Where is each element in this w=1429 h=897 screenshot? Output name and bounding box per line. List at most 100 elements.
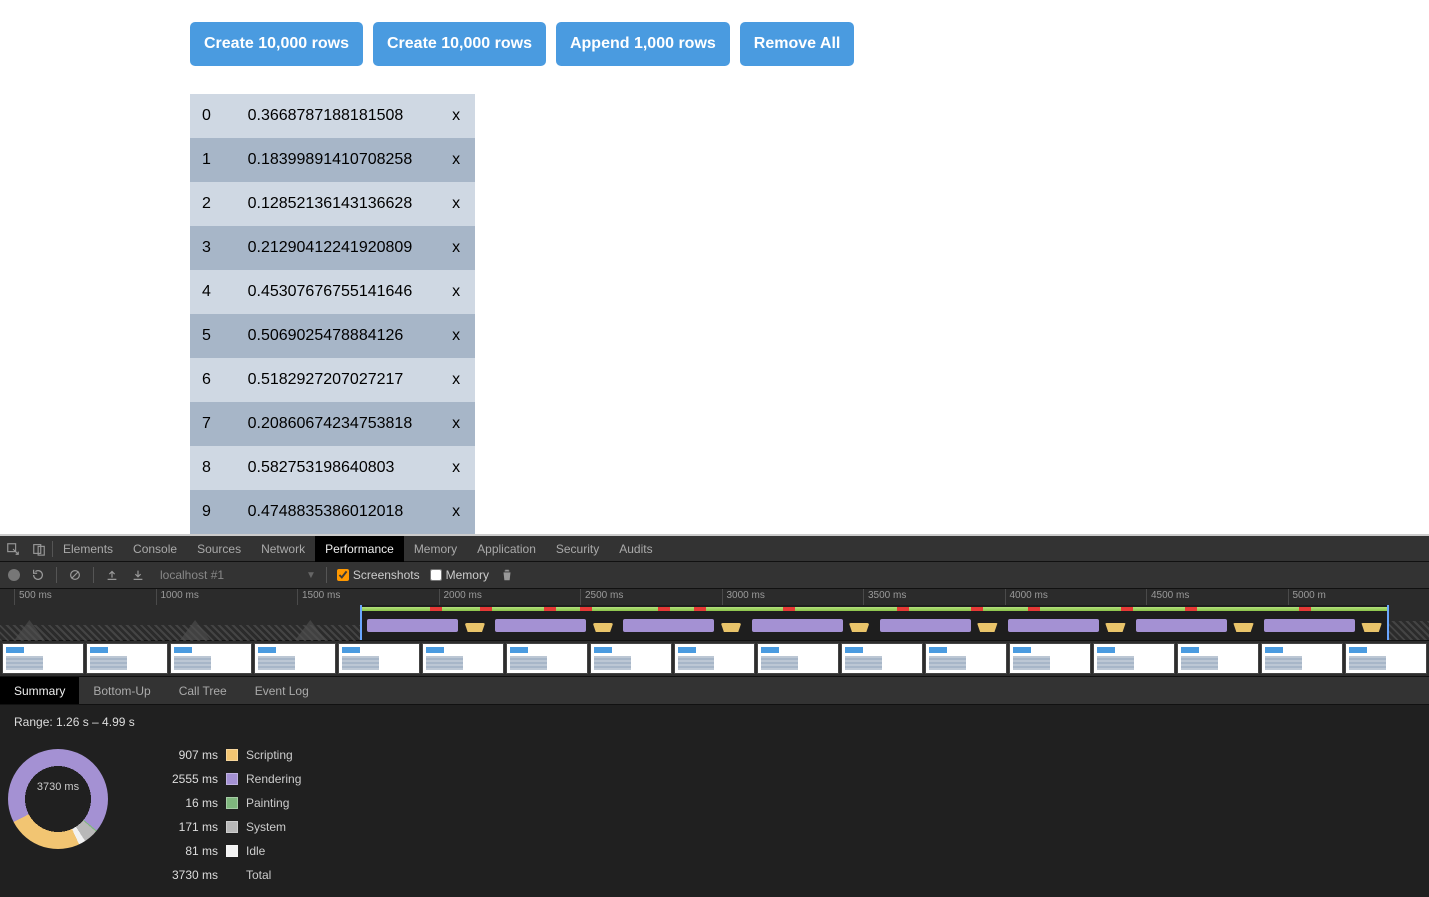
legend-label: Painting: [246, 796, 289, 810]
legend-ms: 907 ms: [158, 748, 218, 762]
append-1k-button[interactable]: Append 1,000 rows: [556, 22, 730, 66]
row-value: 0.20860674234753818: [236, 402, 436, 446]
legend-row-idle: 81 msIdle: [158, 839, 301, 863]
row-index: 8: [190, 446, 236, 490]
devtools-tab-security[interactable]: Security: [546, 536, 609, 562]
summary-tab-bottom-up[interactable]: Bottom-Up: [79, 677, 164, 704]
table-row[interactable]: 60.5182927207027217x: [190, 358, 475, 402]
memory-checkbox[interactable]: Memory: [430, 568, 489, 582]
timeline-overview[interactable]: 500 ms1000 ms1500 ms2000 ms2500 ms3000 m…: [0, 589, 1429, 641]
devtools-tab-performance[interactable]: Performance: [315, 536, 404, 562]
screenshot-thumb[interactable]: [841, 643, 923, 674]
row-value: 0.12852136143136628: [236, 182, 436, 226]
action-button-row: Create 10,000 rows Create 10,000 rows Ap…: [190, 22, 1429, 66]
screenshot-thumb[interactable]: [506, 643, 588, 674]
screenshot-thumb[interactable]: [254, 643, 336, 674]
long-frame-marker: [430, 607, 442, 611]
table-row[interactable]: 90.4748835386012018x: [190, 490, 475, 534]
timeline-main[interactable]: [0, 605, 1429, 640]
devtools-tab-application[interactable]: Application: [467, 536, 546, 562]
screenshots-checkbox[interactable]: Screenshots: [337, 568, 420, 582]
row-value: 0.45307676755141646: [236, 270, 436, 314]
memory-checkbox-input[interactable]: [430, 569, 442, 581]
record-button-icon[interactable]: [8, 569, 20, 581]
timeline-tick: 1000 ms: [156, 589, 298, 605]
screenshot-thumb[interactable]: [2, 643, 84, 674]
devtools-tab-audits[interactable]: Audits: [609, 536, 662, 562]
screenshot-thumb[interactable]: [170, 643, 252, 674]
profile-select[interactable]: localhost #1: [156, 566, 296, 584]
devtools-tab-network[interactable]: Network: [251, 536, 315, 562]
legend-label: Total: [246, 868, 271, 882]
separator: [56, 567, 57, 583]
remove-all-button[interactable]: Remove All: [740, 22, 855, 66]
table-row[interactable]: 30.21290412241920809x: [190, 226, 475, 270]
row-delete-button[interactable]: x: [435, 138, 475, 182]
row-index: 1: [190, 138, 236, 182]
row-delete-button[interactable]: x: [435, 270, 475, 314]
screenshot-thumb[interactable]: [674, 643, 756, 674]
table-row[interactable]: 50.5069025478884126x: [190, 314, 475, 358]
chevron-down-icon: ▼: [306, 570, 316, 581]
screenshot-thumb[interactable]: [1177, 643, 1259, 674]
devtools-tab-memory[interactable]: Memory: [404, 536, 467, 562]
devtools-tab-elements[interactable]: Elements: [53, 536, 123, 562]
row-index: 6: [190, 358, 236, 402]
summary-tab-summary[interactable]: Summary: [0, 677, 79, 704]
long-frame-marker: [1028, 607, 1040, 611]
legend-row-painting: 16 msPainting: [158, 791, 301, 815]
devtools-tab-console[interactable]: Console: [123, 536, 187, 562]
inspect-icon[interactable]: [0, 536, 26, 562]
screenshot-thumb[interactable]: [590, 643, 672, 674]
row-delete-button[interactable]: x: [435, 94, 475, 138]
row-delete-button[interactable]: x: [435, 226, 475, 270]
clear-icon[interactable]: [67, 567, 83, 583]
legend-label: System: [246, 820, 286, 834]
screenshot-thumb[interactable]: [1261, 643, 1343, 674]
long-frame-marker: [1121, 607, 1133, 611]
upload-icon[interactable]: [104, 567, 120, 583]
legend-ms: 81 ms: [158, 844, 218, 858]
screenshots-checkbox-input[interactable]: [337, 569, 349, 581]
create-10k-button-1[interactable]: Create 10,000 rows: [190, 22, 363, 66]
summary-tab-event-log[interactable]: Event Log: [241, 677, 323, 704]
screenshot-thumb[interactable]: [86, 643, 168, 674]
row-delete-button[interactable]: x: [435, 358, 475, 402]
row-delete-button[interactable]: x: [435, 446, 475, 490]
download-icon[interactable]: [130, 567, 146, 583]
row-delete-button[interactable]: x: [435, 490, 475, 534]
devtools-tab-sources[interactable]: Sources: [187, 536, 251, 562]
row-delete-button[interactable]: x: [435, 402, 475, 446]
timeline-tick: 500 ms: [14, 589, 156, 605]
screenshot-thumb[interactable]: [757, 643, 839, 674]
screenshot-thumb[interactable]: [1345, 643, 1427, 674]
table-row[interactable]: 10.18399891410708258x: [190, 138, 475, 182]
timeline-tick: 3000 ms: [722, 589, 864, 605]
screenshot-thumb[interactable]: [1009, 643, 1091, 674]
screenshot-thumb[interactable]: [422, 643, 504, 674]
timeline-selection[interactable]: [360, 605, 1389, 640]
screenshot-thumb[interactable]: [338, 643, 420, 674]
device-toggle-icon[interactable]: [26, 536, 52, 562]
trash-icon[interactable]: [499, 567, 515, 583]
screenshot-thumb[interactable]: [1093, 643, 1175, 674]
table-row[interactable]: 00.3668787188181508x: [190, 94, 475, 138]
timeline-tick: 2500 ms: [580, 589, 722, 605]
row-delete-button[interactable]: x: [435, 314, 475, 358]
summary-legend: 907 msScripting2555 msRendering16 msPain…: [158, 743, 301, 887]
long-frame-marker: [897, 607, 909, 611]
table-row[interactable]: 40.45307676755141646x: [190, 270, 475, 314]
reload-record-icon[interactable]: [30, 567, 46, 583]
row-delete-button[interactable]: x: [435, 182, 475, 226]
row-value: 0.582753198640803: [236, 446, 436, 490]
screenshots-strip[interactable]: [0, 641, 1429, 677]
table-row[interactable]: 80.582753198640803x: [190, 446, 475, 490]
screenshot-thumb[interactable]: [925, 643, 1007, 674]
summary-tab-call-tree[interactable]: Call Tree: [165, 677, 241, 704]
table-row[interactable]: 70.20860674234753818x: [190, 402, 475, 446]
legend-row-total: 3730 msTotal: [158, 863, 301, 887]
row-index: 4: [190, 270, 236, 314]
create-10k-button-2[interactable]: Create 10,000 rows: [373, 22, 546, 66]
table-row[interactable]: 20.12852136143136628x: [190, 182, 475, 226]
long-frame-marker: [971, 607, 983, 611]
